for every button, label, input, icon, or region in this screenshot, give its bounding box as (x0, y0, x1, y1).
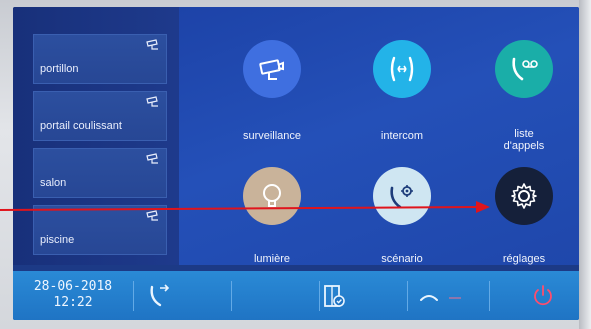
app-icon-circle (243, 40, 301, 98)
power-icon (534, 285, 552, 306)
touch-screen: portillon portail coulissant salon pisci… (13, 7, 579, 320)
app-label: surveillance (242, 130, 302, 142)
door-open-icon (324, 285, 345, 307)
app-label: scénario (381, 253, 423, 265)
app-icon-circle (495, 40, 553, 98)
taskbar-divider (231, 281, 232, 311)
intercom-phone-icon (390, 56, 414, 82)
app-surveillance[interactable]: surveillance (211, 40, 331, 166)
app-label: liste d'appels (503, 128, 545, 152)
sidebar-item-piscine[interactable]: piscine (33, 205, 167, 255)
sidebar-item-salon[interactable]: salon (33, 148, 167, 198)
taskbar-divider (489, 281, 490, 311)
clock: 28-06-2018 12:22 (21, 279, 125, 311)
unlock-icon (420, 295, 461, 301)
camera-icon (146, 153, 158, 164)
phone-gear-icon (390, 185, 413, 209)
taskbar: 28-06-2018 12:22 (13, 271, 579, 320)
app-icon-circle (373, 167, 431, 225)
call-forward-button[interactable] (145, 281, 175, 311)
unlock-button[interactable] (417, 281, 477, 311)
call-forward-icon (150, 284, 170, 307)
app-liste-appels[interactable]: liste d'appels (463, 40, 579, 166)
date-label: 28-06-2018 (33, 279, 113, 294)
app-label: réglages (502, 253, 546, 265)
device-bezel-edge (579, 0, 591, 329)
sidebar-item-label: salon (40, 177, 67, 189)
taskbar-divider (133, 281, 134, 311)
sidebar-item-label: piscine (40, 234, 75, 246)
light-bulb-icon (263, 184, 281, 207)
app-label: lumière (253, 253, 291, 265)
app-intercom[interactable]: intercom (341, 40, 461, 166)
sidebar-item-portillon[interactable]: portillon (33, 34, 167, 84)
time-label: 12:22 (53, 295, 93, 310)
gear-icon (511, 183, 537, 209)
sidebar-item-portail-coulissant[interactable]: portail coulissant (33, 91, 167, 141)
voicemail-phone-icon (512, 57, 538, 81)
app-icon-circle (373, 40, 431, 98)
app-grid: surveillance intercom liste d'appels lum… (179, 7, 579, 265)
camera-sidebar: portillon portail coulissant salon pisci… (13, 7, 179, 265)
taskbar-divider (407, 281, 408, 311)
camera-icon (146, 96, 158, 107)
app-label: intercom (380, 130, 424, 142)
camera-icon (146, 210, 158, 221)
door-open-button[interactable] (319, 281, 349, 311)
power-button[interactable] (528, 281, 558, 311)
surveillance-camera-icon (259, 59, 284, 80)
camera-icon (146, 39, 158, 50)
sidebar-item-label: portail coulissant (40, 120, 122, 132)
app-icon-circle (495, 167, 553, 225)
app-icon-circle (243, 167, 301, 225)
sidebar-item-label: portillon (40, 63, 79, 75)
